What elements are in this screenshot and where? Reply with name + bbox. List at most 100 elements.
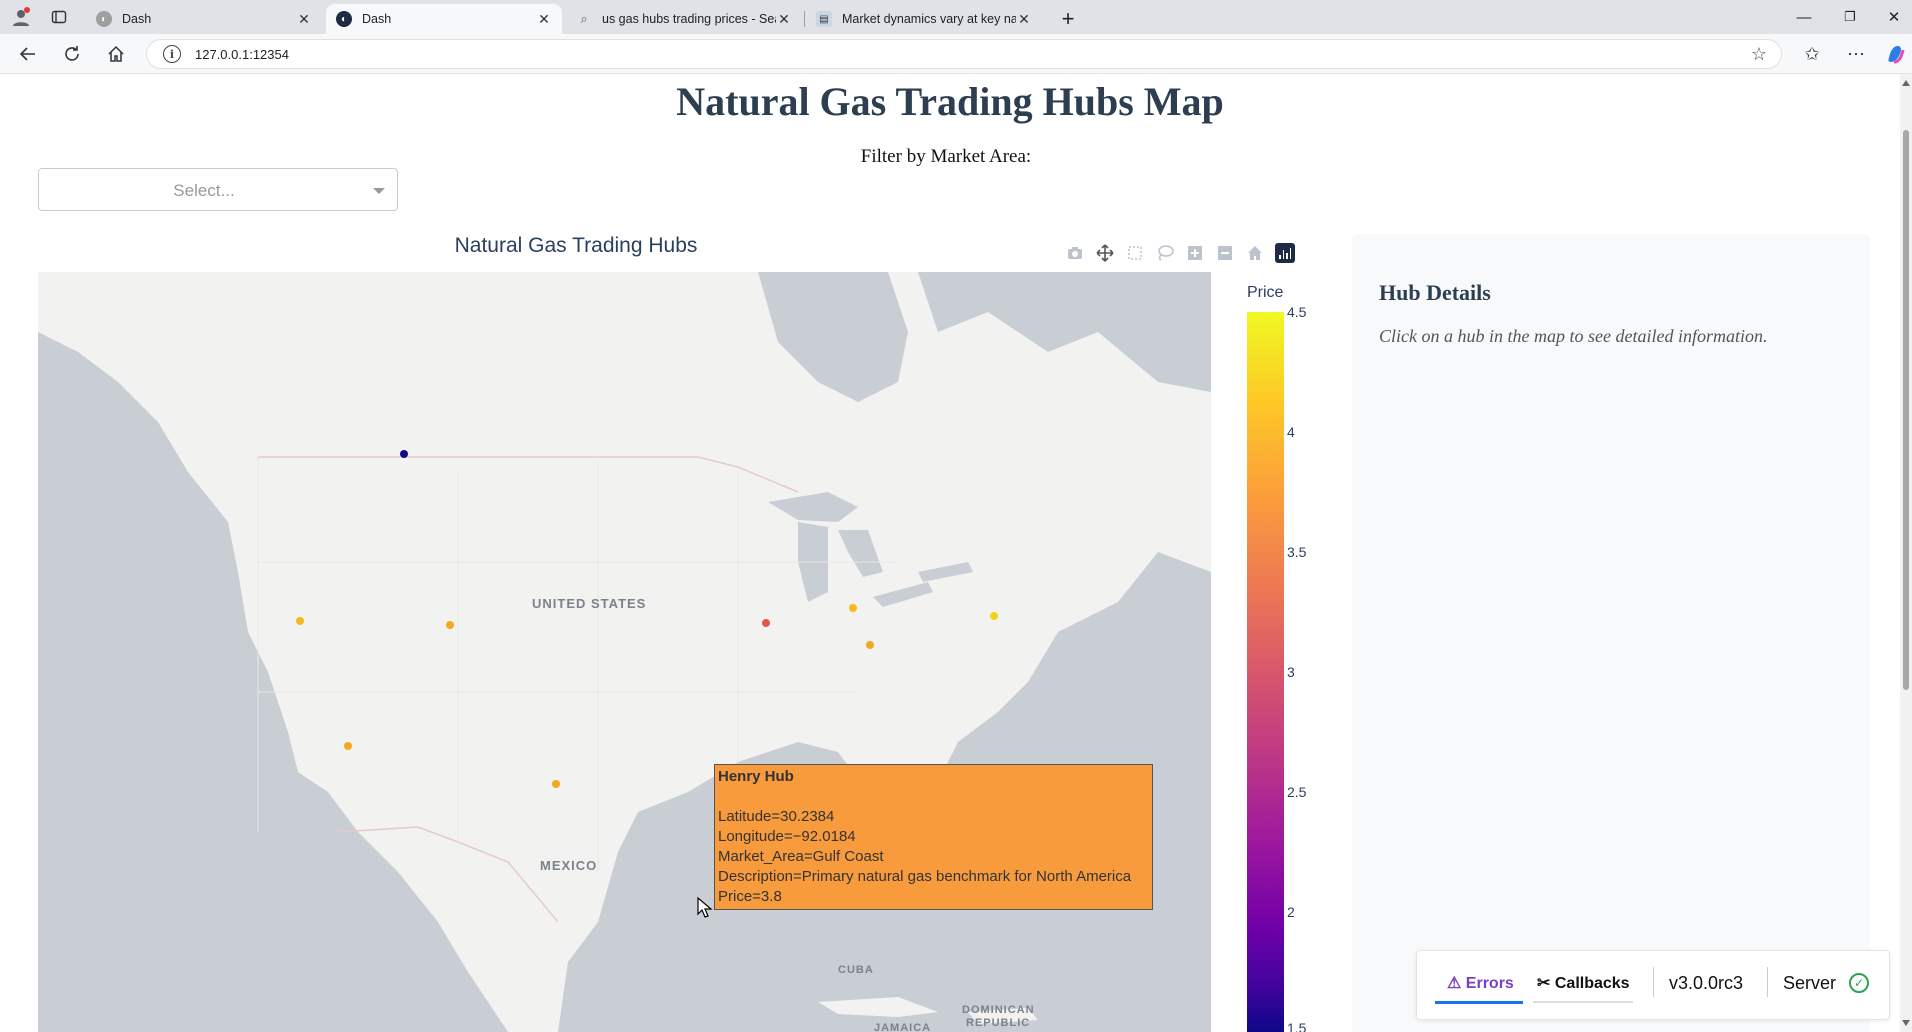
chevron-down-icon[interactable] (373, 188, 385, 194)
tab-dash-2[interactable]: ◐ Dash ✕ (326, 4, 562, 34)
colorbar-title: Price (1247, 284, 1284, 301)
colorbar-tick: 2 (1287, 904, 1295, 920)
close-tab-icon[interactable]: ✕ (296, 11, 312, 28)
browser-tab-bar: ◐ Dash ✕ ◐ Dash ✕ ⌕ us gas hubs trading … (0, 0, 1912, 34)
colorbar-tick: 1.5 (1287, 1020, 1307, 1032)
hub-marker-waha[interactable] (552, 780, 560, 788)
tooltip-hub-name: Henry Hub (718, 768, 794, 785)
hub-marker-dawn[interactable] (849, 604, 857, 612)
tab-title: Dash (122, 12, 152, 26)
minimize-icon[interactable]: — (1782, 0, 1826, 34)
plus-icon: + (1061, 6, 1075, 31)
tab-dash-1[interactable]: ◐ Dash ✕ (86, 4, 322, 34)
price-colorbar (1247, 312, 1284, 1032)
lasso-select-icon[interactable] (1150, 240, 1180, 266)
map-label-jamaica: JAMAICA (874, 1022, 932, 1032)
dash-page: Natural Gas Trading Hubs Map Filter by M… (0, 74, 1900, 1032)
tooltip-price: Price=3.8 (718, 888, 782, 905)
reload-icon[interactable] (56, 40, 88, 68)
hover-tooltip: Henry Hub Latitude=30.2384 Longitude=−92… (714, 764, 1153, 910)
map-label-dominican: DOMINICAN (962, 1004, 1035, 1016)
close-tab-icon[interactable]: ✕ (1016, 11, 1032, 28)
favorites-icon[interactable]: ✩ (1796, 40, 1828, 68)
copilot-icon[interactable] (1880, 40, 1912, 68)
box-select-icon[interactable] (1120, 240, 1150, 266)
restore-icon[interactable]: ❐ (1828, 0, 1872, 34)
hub-marker-opal[interactable] (446, 621, 454, 629)
tab-actions-icon[interactable] (44, 3, 74, 31)
close-tab-icon[interactable]: ✕ (536, 11, 552, 28)
filter-label: Filter by Market Area: (860, 146, 1032, 167)
plotly-logo-icon[interactable] (1270, 240, 1300, 266)
more-options-icon[interactable]: ⋯ (1840, 40, 1872, 68)
dash-favicon-icon: ◐ (96, 11, 112, 27)
hub-details-panel: Hub Details Click on a hub in the map to… (1352, 234, 1870, 1032)
url-text: 127.0.0.1:12354 (195, 46, 289, 62)
scroll-up-icon[interactable] (1902, 80, 1910, 86)
dash-version: v3.0.0rc3 (1669, 973, 1744, 993)
graph-title-text: Natural Gas Trading Hubs (454, 234, 698, 257)
tab-market-dynamics[interactable]: ▤ Market dynamics vary at key natural ✕ (806, 4, 1042, 34)
basemap (38, 272, 1211, 1032)
hubs-map[interactable]: UNITED STATES MEXICO CUBA DOMINICAN REPU… (38, 272, 1211, 1032)
tooltip-market-area: Market_Area=Gulf Coast (718, 848, 884, 865)
colorbar-tick: 2.5 (1287, 784, 1307, 800)
scrollbar-thumb[interactable] (1903, 130, 1909, 690)
hub-marker-algonquin[interactable] (990, 612, 998, 620)
plotly-modebar (1060, 240, 1300, 266)
callbacks-label: Callbacks (1554, 975, 1630, 992)
camera-icon[interactable] (1060, 240, 1090, 266)
hub-details-hint: Click on a hub in the map to see detaile… (1379, 326, 1768, 346)
hub-marker-malin[interactable] (296, 617, 304, 625)
tooltip-description: Description=Primary natural gas benchmar… (718, 868, 1132, 885)
hub-marker-socal[interactable] (344, 742, 352, 750)
url-field[interactable]: i 127.0.0.1:12354 ☆ (146, 39, 1782, 69)
dash-devtools-bar: ⚠ Errors ✂ Callbacks v3.0.0rc3 Server ✓ (1416, 950, 1890, 1020)
pan-icon[interactable] (1090, 240, 1120, 266)
tooltip-latitude: Latitude=30.2384 (718, 808, 835, 825)
hub-marker-alberta[interactable] (400, 450, 408, 458)
map-label-mexico: MEXICO (540, 858, 598, 873)
site-info-icon[interactable]: i (163, 45, 181, 63)
tab-title: us gas hubs trading prices - Search (602, 12, 776, 26)
dash-favicon-icon: ◐ (336, 11, 352, 27)
server-status[interactable]: Server (1783, 973, 1836, 994)
favorite-star-icon[interactable]: ☆ (1751, 44, 1767, 65)
address-bar-row: i 127.0.0.1:12354 ☆ ✩ ⋯ (0, 34, 1912, 74)
tab-search[interactable]: ⌕ us gas hubs trading prices - Search ✕ (566, 4, 802, 34)
callbacks-underline (1533, 1001, 1633, 1003)
tooltip-longitude: Longitude=−92.0184 (718, 828, 856, 845)
dropdown-placeholder: Select... (173, 181, 235, 200)
colorbar-tick: 4.5 (1287, 304, 1307, 320)
back-icon[interactable] (12, 40, 44, 68)
reset-view-home-icon[interactable] (1240, 240, 1270, 266)
news-favicon-icon: ▤ (816, 11, 832, 27)
close-window-icon[interactable]: ✕ (1872, 0, 1912, 34)
zoom-in-icon[interactable] (1180, 240, 1210, 266)
hub-marker-chicago[interactable] (762, 619, 770, 627)
hub-marker-dominion-south[interactable] (866, 641, 874, 649)
map-label-republic: REPUBLIC (966, 1017, 1031, 1029)
scroll-down-icon[interactable] (1902, 1020, 1910, 1026)
new-tab-button[interactable]: + (1052, 4, 1084, 34)
tab-separator (804, 11, 805, 27)
zoom-out-icon[interactable] (1210, 240, 1240, 266)
search-icon: ⌕ (580, 11, 588, 26)
market-area-dropdown[interactable]: Select... (38, 168, 398, 211)
close-tab-icon[interactable]: ✕ (776, 11, 792, 28)
page-title: Natural Gas Trading Hubs Map (676, 79, 1224, 124)
errors-tab[interactable]: ⚠ Errors (1447, 973, 1514, 993)
page-scrollbar[interactable] (1900, 74, 1912, 1032)
errors-underline (1435, 1001, 1523, 1004)
colorbar-tick: 4 (1287, 424, 1295, 440)
callbacks-tab[interactable]: ✂ Callbacks (1537, 973, 1630, 993)
hub-details-heading: Hub Details (1379, 280, 1491, 305)
map-label-united-states: UNITED STATES (532, 596, 647, 611)
map-label-cuba: CUBA (838, 964, 874, 976)
tab-title: Dash (362, 12, 392, 26)
profile-icon[interactable] (6, 3, 36, 31)
colorbar-tick: 3 (1287, 664, 1295, 680)
errors-label: Errors (1465, 975, 1514, 992)
mouse-cursor-icon (697, 897, 713, 918)
home-icon[interactable] (100, 40, 132, 68)
